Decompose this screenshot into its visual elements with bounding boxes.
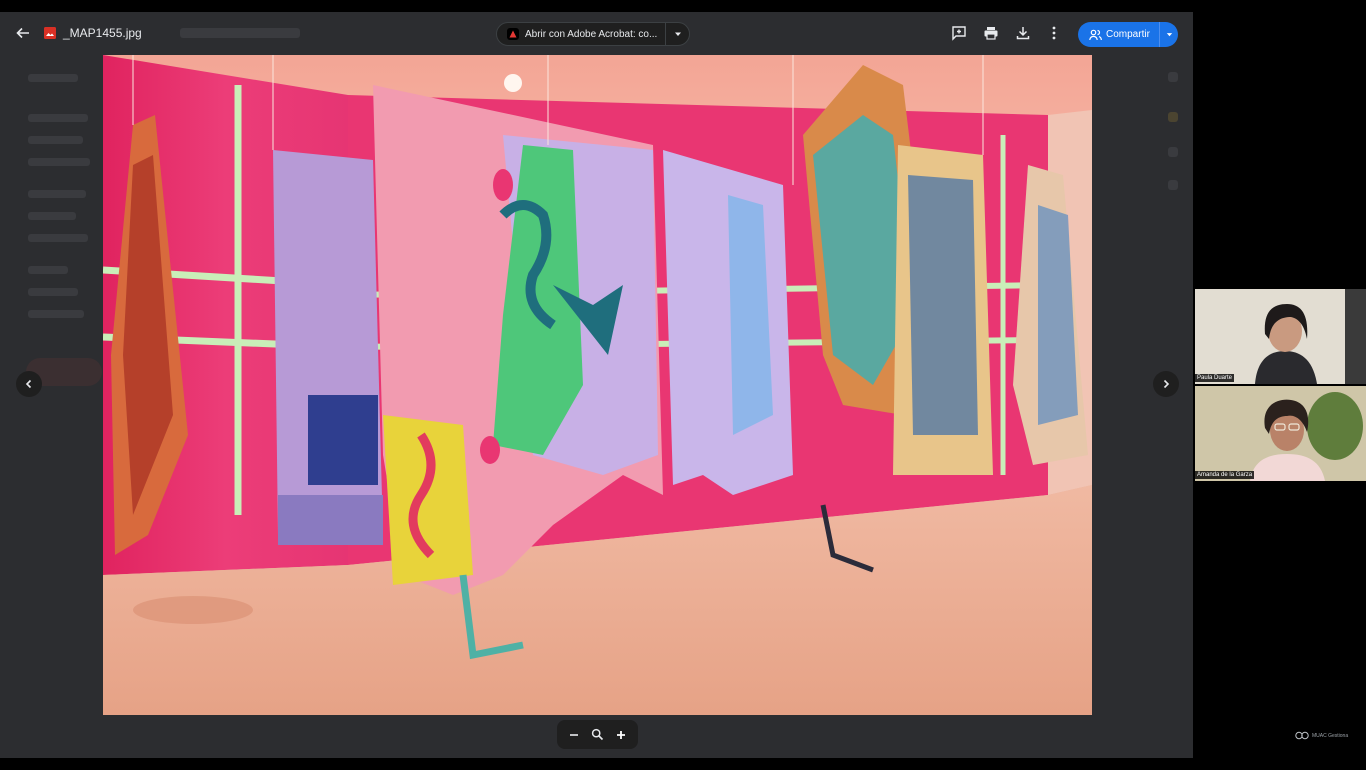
participant-video: [1195, 386, 1366, 481]
brand-logo-icon: [1295, 731, 1309, 740]
share-button[interactable]: Compartir: [1078, 22, 1178, 47]
open-with-divider: [665, 22, 666, 46]
bg-drive-side-icon: [1168, 72, 1178, 82]
share-label: Compartir: [1106, 29, 1150, 40]
zoom-in-button[interactable]: [615, 729, 627, 741]
bg-drive-side-icon: [1168, 147, 1178, 157]
viewer-toolbar: _MAP1455.jpg Abrir con Adobe Acrobat: co…: [0, 12, 1193, 54]
participant-name: Amanda de la Garza: [1195, 471, 1255, 479]
bg-drive-sidebar-item: [28, 212, 76, 220]
file-title: _MAP1455.jpg: [63, 26, 142, 40]
image-file-icon: [39, 22, 61, 44]
previous-image-button[interactable]: [16, 371, 42, 397]
download-icon[interactable]: [1012, 22, 1034, 44]
participant-tile[interactable]: Paula Duarte: [1195, 289, 1366, 384]
people-icon: [1089, 29, 1102, 41]
bg-drive-sidebar-item: [28, 136, 83, 144]
bg-drive-sidebar-item: [28, 158, 90, 166]
bg-drive-sidebar-item: [28, 288, 78, 296]
arrow-left-icon[interactable]: [12, 22, 34, 44]
participant-video: [1195, 289, 1366, 384]
add-comment-icon[interactable]: [948, 22, 970, 44]
bg-drive-side-icon: [1168, 180, 1178, 190]
bg-drive-sidebar-item: [28, 114, 88, 122]
installation-photo: [103, 55, 1092, 715]
bg-drive-side-icon: [1168, 112, 1178, 122]
share-divider: [1158, 22, 1160, 47]
zoom-out-button[interactable]: [568, 729, 580, 741]
bg-drive-sidebar-item: [28, 266, 68, 274]
print-icon[interactable]: [980, 22, 1002, 44]
acrobat-icon: [507, 28, 519, 40]
caret-down-icon[interactable]: [673, 29, 683, 39]
chevron-right-icon: [1163, 379, 1170, 389]
bg-drive-sidebar-item: [28, 74, 78, 82]
open-with-label: Abrir con Adobe Acrobat: co...: [525, 28, 658, 40]
brand-watermark: MUAC Gestiona: [1295, 731, 1348, 740]
minus-icon: [570, 733, 579, 736]
zoom-controls: [557, 720, 638, 749]
bg-drive-sidebar-item: [28, 310, 84, 318]
next-image-button[interactable]: [1153, 371, 1179, 397]
zoom-reset-button[interactable]: [591, 728, 604, 741]
bg-drive-sidebar-item: [28, 190, 86, 198]
magnifier-icon: [591, 728, 604, 741]
caret-down-icon[interactable]: [1165, 30, 1174, 39]
brand-label: MUAC Gestiona: [1312, 732, 1349, 739]
more-vert-icon[interactable]: [1043, 22, 1065, 44]
participant-name: Paula Duarte: [1195, 374, 1235, 382]
image-preview: [103, 55, 1092, 715]
chevron-left-icon: [25, 379, 32, 389]
open-with-button[interactable]: Abrir con Adobe Acrobat: co...: [496, 22, 690, 46]
plus-icon: [616, 730, 625, 739]
participant-tile[interactable]: Amanda de la Garza: [1195, 386, 1366, 481]
bg-drive-sidebar-item: [28, 234, 88, 242]
shared-screen: _MAP1455.jpg Abrir con Adobe Acrobat: co…: [0, 12, 1193, 758]
